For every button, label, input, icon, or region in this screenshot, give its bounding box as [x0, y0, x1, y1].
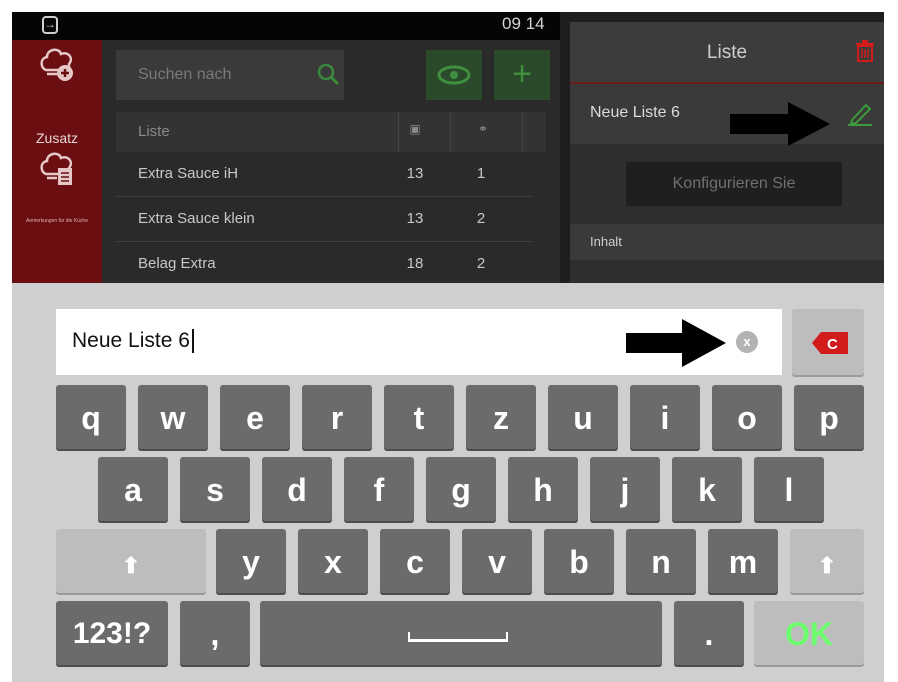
key-d[interactable]: d: [262, 457, 332, 521]
space-key[interactable]: [260, 601, 662, 665]
shift-icon: ⬆: [817, 553, 837, 578]
key-i[interactable]: i: [630, 385, 700, 449]
list-name-row[interactable]: Neue Liste 6: [570, 84, 884, 146]
key-r[interactable]: r: [302, 385, 372, 449]
svg-text:C: C: [827, 336, 838, 353]
key-p[interactable]: p: [794, 385, 864, 449]
text-caret: [191, 329, 194, 354]
table-row[interactable]: Extra Sauce iH 13 1: [116, 152, 532, 197]
chef-hat-notes-icon: [40, 152, 73, 185]
key-w[interactable]: w: [138, 385, 208, 449]
nav-item-zusatz[interactable]: [12, 44, 102, 84]
detail-header: Liste: [570, 22, 884, 84]
products-count-icon[interactable]: ▣: [402, 122, 428, 136]
key-m[interactable]: m: [708, 529, 778, 593]
numbers-key[interactable]: 123!?: [56, 601, 168, 665]
chef-hat-plus-icon: [40, 48, 73, 81]
key-period[interactable]: .: [674, 601, 744, 665]
row-links: 2: [476, 255, 486, 272]
key-u[interactable]: u: [548, 385, 618, 449]
row-links: 1: [476, 165, 486, 182]
row-name: Belag Extra: [138, 255, 216, 272]
row-name: Extra Sauce iH: [138, 165, 239, 182]
exit-icon[interactable]: →: [42, 16, 58, 34]
table-row[interactable]: Extra Sauce klein 13 2: [116, 197, 532, 242]
input-value: Neue Liste 6: [72, 329, 194, 354]
status-bar: → 09 14: [12, 12, 560, 40]
key-o[interactable]: o: [712, 385, 782, 449]
clear-input-icon[interactable]: x: [736, 331, 758, 353]
key-h[interactable]: h: [508, 457, 578, 521]
search-icon[interactable]: [316, 62, 340, 86]
detail-panel: Liste Neue Liste 6 Konfigurieren Sie Inh…: [570, 22, 884, 300]
content-label: Inhalt: [590, 234, 622, 249]
shift-icon: ⬆: [121, 553, 141, 578]
trash-icon[interactable]: [856, 40, 874, 62]
key-c[interactable]: c: [380, 529, 450, 593]
left-nav: Zusatz Anmerkungen für die Küche: [12, 40, 102, 300]
eye-icon: [437, 65, 471, 85]
key-s[interactable]: s: [180, 457, 250, 521]
shift-left-key[interactable]: ⬆: [56, 529, 206, 593]
key-comma[interactable]: ,: [180, 601, 250, 665]
key-e[interactable]: e: [220, 385, 290, 449]
content-section[interactable]: Inhalt: [570, 224, 884, 260]
column-divider: [522, 112, 523, 152]
key-a[interactable]: a: [98, 457, 168, 521]
nav-item-kitchen-notes[interactable]: [12, 148, 102, 188]
table-row[interactable]: Belag Extra 18 2: [116, 242, 532, 287]
row-links: 2: [476, 210, 486, 227]
column-header-liste[interactable]: Liste: [138, 123, 170, 140]
arrow-annotation: [626, 319, 726, 367]
backspace-icon: C: [812, 332, 848, 354]
list-panel: Suchen nach + Liste ▣ ⚭ Extra Sauce iH 1…: [102, 40, 560, 300]
key-y[interactable]: y: [216, 529, 286, 593]
table-header: Liste ▣ ⚭: [116, 112, 546, 152]
edit-pencil-icon[interactable]: [846, 100, 874, 126]
row-count: 13: [406, 210, 424, 227]
arrow-annotation: [730, 102, 830, 146]
column-divider: [398, 112, 399, 152]
key-n[interactable]: n: [626, 529, 696, 593]
text-input[interactable]: Neue Liste 6 x: [56, 309, 782, 375]
column-divider: [450, 112, 451, 152]
key-x[interactable]: x: [298, 529, 368, 593]
ok-button[interactable]: OK: [754, 601, 864, 665]
key-k[interactable]: k: [672, 457, 742, 521]
shift-right-key[interactable]: ⬆: [790, 529, 864, 593]
key-l[interactable]: l: [754, 457, 824, 521]
list-name: Neue Liste 6: [590, 104, 680, 121]
space-bar-icon: [408, 632, 508, 642]
key-t[interactable]: t: [384, 385, 454, 449]
nav-label-zusatz: Zusatz: [35, 130, 78, 146]
row-count: 13: [406, 165, 424, 182]
nav-label-kitchen-notes: Anmerkungen für die Küche: [26, 218, 88, 224]
configure-button[interactable]: Konfigurieren Sie: [626, 162, 842, 206]
status-time: 09 14: [502, 14, 545, 33]
plus-icon: +: [512, 55, 532, 93]
key-q[interactable]: q: [56, 385, 126, 449]
add-list-button[interactable]: +: [494, 50, 550, 100]
detail-title: Liste: [706, 42, 748, 63]
app-screen: → 09 14 Zusatz Anmerkungen für die Küche…: [12, 12, 884, 682]
backspace-button[interactable]: C: [792, 309, 864, 375]
key-f[interactable]: f: [344, 457, 414, 521]
key-g[interactable]: g: [426, 457, 496, 521]
link-icon[interactable]: ⚭: [468, 122, 498, 136]
key-b[interactable]: b: [544, 529, 614, 593]
key-j[interactable]: j: [590, 457, 660, 521]
search-box[interactable]: Suchen nach: [116, 50, 344, 100]
search-placeholder: Suchen nach: [138, 66, 232, 83]
row-name: Extra Sauce klein: [138, 210, 255, 227]
key-z[interactable]: z: [466, 385, 536, 449]
keyboard-panel: Neue Liste 6 x C q w e r t z u i o p a s…: [12, 283, 884, 682]
visibility-button[interactable]: [426, 50, 482, 100]
row-count: 18: [406, 255, 424, 272]
key-v[interactable]: v: [462, 529, 532, 593]
